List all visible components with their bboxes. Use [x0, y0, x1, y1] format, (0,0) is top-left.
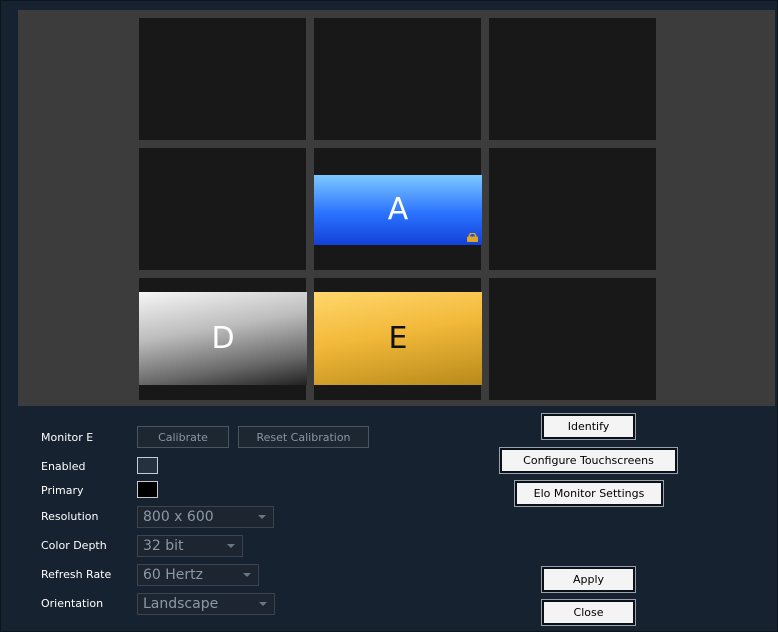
configure-touchscreens-button[interactable]: Configure Touchscreens	[499, 447, 678, 474]
identify-button[interactable]: Identify	[541, 413, 636, 440]
apply-button[interactable]: Apply	[541, 566, 636, 593]
orientation-select[interactable]: Landscape	[137, 593, 275, 615]
primary-label: Primary	[41, 484, 84, 497]
chevron-down-icon	[258, 515, 266, 519]
monitor-tile-a[interactable]: A	[314, 175, 482, 245]
resolution-value: 800 x 600	[143, 509, 214, 525]
color-depth-select[interactable]: 32 bit	[137, 535, 243, 557]
enabled-label: Enabled	[41, 460, 86, 473]
enabled-checkbox[interactable]	[137, 457, 158, 474]
lock-icon	[467, 233, 478, 242]
selected-monitor-label: Monitor E	[41, 431, 94, 444]
monitor-a-label: A	[387, 192, 409, 227]
color-depth-label: Color Depth	[41, 539, 107, 552]
chevron-down-icon	[243, 573, 251, 577]
resolution-label: Resolution	[41, 510, 99, 523]
monitor-tile-e[interactable]: E	[314, 292, 482, 385]
refresh-rate-label: Refresh Rate	[41, 568, 112, 581]
close-button[interactable]: Close	[541, 599, 636, 626]
grid-cell[interactable]	[314, 18, 481, 140]
elo-monitor-settings-button[interactable]: Elo Monitor Settings	[514, 480, 664, 507]
color-depth-value: 32 bit	[143, 538, 184, 554]
resolution-select[interactable]: 800 x 600	[137, 506, 274, 528]
grid-cell[interactable]	[489, 148, 656, 270]
chevron-down-icon	[227, 544, 235, 548]
reset-calibration-button[interactable]: Reset Calibration	[238, 426, 369, 448]
monitor-tile-d[interactable]: D	[139, 292, 307, 385]
orientation-value: Landscape	[143, 596, 219, 612]
grid-cell[interactable]	[489, 18, 656, 140]
orientation-label: Orientation	[41, 597, 104, 610]
grid-cell[interactable]	[139, 148, 306, 270]
refresh-rate-select[interactable]: 60 Hertz	[137, 564, 259, 586]
refresh-rate-value: 60 Hertz	[143, 567, 203, 583]
grid-cell[interactable]	[139, 18, 306, 140]
calibrate-button[interactable]: Calibrate	[137, 426, 229, 448]
monitor-d-label: D	[211, 320, 235, 356]
chevron-down-icon	[259, 602, 267, 606]
primary-checkbox[interactable]	[137, 481, 158, 498]
grid-cell[interactable]	[489, 278, 656, 400]
monitor-e-label: E	[388, 320, 408, 356]
